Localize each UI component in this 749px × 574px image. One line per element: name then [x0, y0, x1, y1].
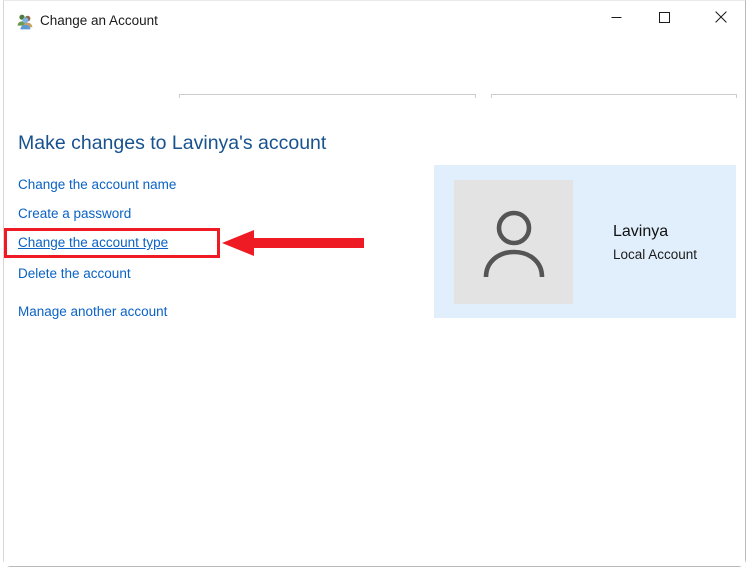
person-avatar-icon [483, 210, 544, 278]
close-icon [715, 11, 727, 23]
minimize-button[interactable] [593, 1, 639, 33]
user-accounts-icon [16, 12, 34, 30]
title-bar: Change an Account [4, 1, 745, 41]
maximize-button[interactable] [641, 1, 687, 33]
link-manage-another-account[interactable]: Manage another account [18, 303, 167, 321]
window-title: Change an Account [40, 13, 158, 28]
link-change-the-account-type[interactable]: Change the account type [18, 234, 168, 252]
control-panel-window: Change an Account Search Control Panel M… [3, 0, 746, 567]
content-area: Make changes to Lavinya's account Change… [4, 98, 745, 566]
page-title: Make changes to Lavinya's account [18, 132, 327, 154]
annotation-arrow-icon [222, 230, 364, 256]
account-name-label: Lavinya [613, 223, 669, 240]
account-type-label: Local Account [613, 247, 698, 262]
link-create-a-password[interactable]: Create a password [18, 205, 131, 223]
close-button[interactable] [698, 1, 744, 33]
link-change-the-account-name[interactable]: Change the account name [18, 176, 176, 194]
avatar [454, 180, 573, 304]
navigation-toolbar: « Ma... › Chan... [4, 41, 745, 132]
minimize-icon [611, 16, 621, 18]
link-delete-the-account[interactable]: Delete the account [18, 265, 131, 283]
maximize-icon [658, 11, 670, 23]
account-summary-card: Lavinya Local Account [434, 165, 736, 318]
